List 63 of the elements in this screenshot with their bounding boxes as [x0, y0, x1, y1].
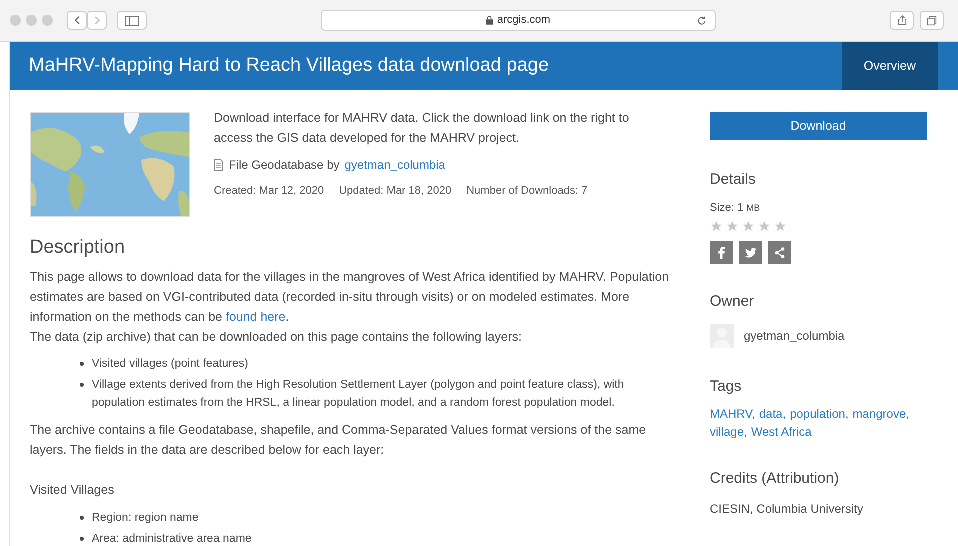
back-icon [72, 16, 82, 25]
lock-icon [486, 16, 494, 25]
tag-link[interactable]: population, [790, 405, 849, 423]
sidebar-toggle-button[interactable] [117, 11, 147, 30]
field-list-item: Region: region name [92, 511, 199, 526]
metadata-text: Created: Mar 12, 2020 [214, 184, 324, 199]
share-icon [898, 15, 906, 26]
header-tab[interactable]: Overview [842, 42, 938, 90]
star-icon[interactable] [710, 220, 723, 233]
bullet-icon [80, 383, 84, 387]
share-button[interactable] [890, 11, 914, 30]
tags-heading: Tags [710, 376, 743, 396]
sidebar-icon [125, 16, 139, 26]
layer-list-item: Village extents derived from the High Resolution Settlement Layer (polygon and point feature class), with population estimates from the HRSL, a linear population model, and a random forest population model. [92, 378, 626, 411]
archive-text: The archive contains a file Geodatabase, shapefile, and Comma-Separated Values format versions of the same layers. The fields in the data are described below for each layer: [30, 422, 648, 459]
bullet-icon [80, 516, 84, 520]
bullet-icon [80, 362, 84, 366]
star-icon[interactable] [774, 220, 787, 233]
document-icon [214, 159, 224, 171]
star-icon[interactable] [726, 220, 739, 233]
share-button[interactable] [768, 241, 791, 264]
minimize-window-icon[interactable] [26, 15, 37, 26]
owner-name[interactable]: gyetman_columbia [744, 326, 845, 344]
bullet-icon [80, 537, 84, 541]
metadata-text: Updated: Mar 18, 2020 [339, 184, 452, 199]
field-list-item: Area: administrative area name [92, 532, 252, 546]
tag-link[interactable]: mangrove, [852, 405, 910, 423]
address-text: arcgis.com [497, 13, 551, 28]
close-window-icon[interactable] [10, 15, 21, 26]
owner-heading: Owner [710, 292, 756, 312]
star-icon[interactable] [758, 220, 771, 233]
layers-intro-text: The data (zip archive) that can be downloaded on this page contains the following layers: [30, 329, 523, 346]
metadata-text: Number of Downloads: 7 [466, 184, 588, 199]
zoom-window-icon[interactable] [42, 15, 53, 26]
visited-villages-subheading: Visited Villages [30, 482, 116, 499]
size-unit: MB [746, 202, 760, 214]
tag-link[interactable]: village, [710, 423, 748, 441]
description-heading: Description [30, 238, 126, 258]
page-title: MaHRV-Mapping Hard to Reach Villages data download page [29, 54, 550, 78]
address-bar[interactable]: arcgis.com [321, 10, 716, 31]
tag-link[interactable]: MAHRV, [710, 405, 756, 423]
tabs-button[interactable] [920, 11, 944, 30]
share-button[interactable] [710, 241, 733, 264]
details-heading: Details [710, 170, 757, 190]
download-button[interactable]: Download [710, 112, 927, 140]
found-here-link[interactable]: found here [226, 310, 286, 324]
layer-list-item: Visited villages (point features) [92, 357, 248, 372]
forward-button[interactable] [87, 11, 107, 30]
tabs-icon [927, 16, 937, 26]
star-icon[interactable] [742, 220, 755, 233]
share-button[interactable] [739, 241, 762, 264]
description-text: This page allows to download data for the villages in the mangroves of West Africa identified by MAHRV. Population estimates are based on VGI-contributed data (recorded in-situ through visits) or on modeled estimates. More information on the methods can be found here. [30, 269, 670, 326]
tag-link[interactable]: West Africa [751, 423, 812, 441]
back-button[interactable] [67, 11, 87, 30]
credits-text: CIESIN, Columbia University [710, 500, 864, 518]
summary-text: Download interface for MAHRV data. Click the download link on the right to access the GIS data developed for the MAHRV project. [214, 110, 630, 147]
owner-link[interactable]: gyetman_columbia [344, 155, 446, 175]
size-text: Size: 1 [710, 200, 744, 216]
reload-icon[interactable] [697, 16, 707, 26]
credits-heading: Credits (Attribution) [710, 469, 840, 489]
forward-icon [92, 16, 102, 25]
tag-link[interactable]: data, [759, 405, 786, 423]
item-type-label: File Geodatabase by [229, 157, 340, 174]
